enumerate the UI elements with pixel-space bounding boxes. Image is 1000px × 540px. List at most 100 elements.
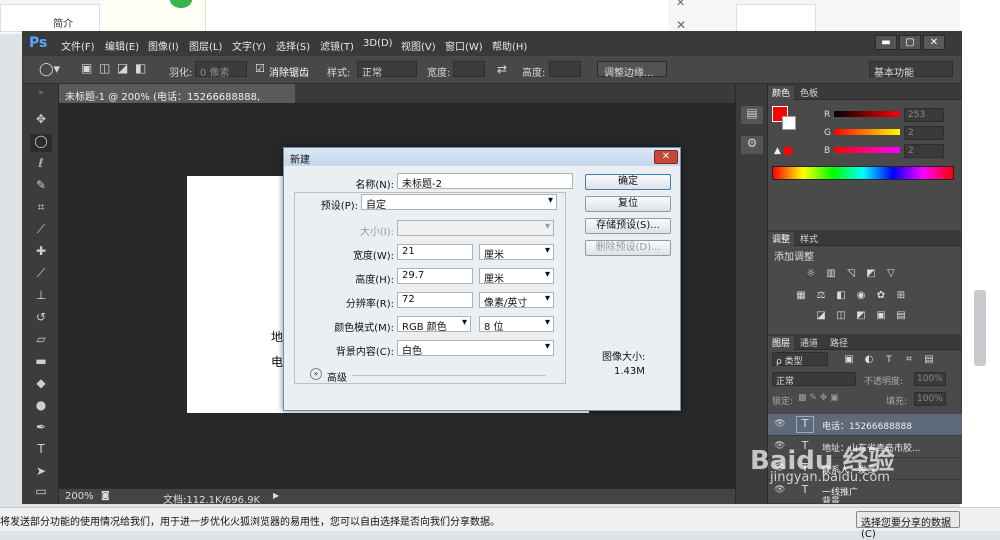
visibility-eye-icon[interactable]: 👁 <box>774 419 785 429</box>
mixer-icon[interactable]: ✿ <box>874 290 888 302</box>
blend-mode-select[interactable]: 正常 <box>772 372 856 387</box>
height-input[interactable]: 29.7 <box>397 268 473 284</box>
workspace-select[interactable]: 基本功能 <box>869 61 953 79</box>
status-info-icon[interactable]: ◙ <box>101 491 110 501</box>
pen-icon[interactable]: ✒ <box>30 420 52 438</box>
menu-layer[interactable]: 图层(L) <box>189 38 222 53</box>
ellipse-marquee-icon[interactable]: ◯ <box>30 134 52 152</box>
width-input[interactable]: 21 <box>397 244 473 260</box>
photo-filter-icon[interactable]: ◉ <box>854 290 868 302</box>
layer-row[interactable]: 背景 <box>768 496 962 504</box>
text-tool-icon[interactable]: T <box>30 442 52 460</box>
threshold-icon[interactable]: ◩ <box>854 310 868 322</box>
invert-icon[interactable]: ◪ <box>814 310 828 322</box>
selective-color-icon[interactable]: ▣ <box>874 310 888 322</box>
tab-swatches[interactable]: 色板 <box>796 86 822 99</box>
gradient-map-icon[interactable]: ▤ <box>894 310 908 322</box>
tab-styles[interactable]: 样式 <box>796 232 822 245</box>
layer-kind-filter[interactable]: ρ 类型 <box>772 352 828 367</box>
name-input[interactable]: 未标题-2 <box>397 173 573 190</box>
menu-filter[interactable]: 滤镜(T) <box>320 38 354 53</box>
bw-icon[interactable]: ◧ <box>834 290 848 302</box>
dialog-close-button[interactable]: ✕ <box>654 150 678 164</box>
eyedropper-icon[interactable]: ⟋ <box>30 222 52 240</box>
tab-channels[interactable]: 通道 <box>796 336 822 349</box>
lookup-icon[interactable]: ⊞ <box>894 290 908 302</box>
channel-b-input[interactable]: 2 <box>904 144 944 158</box>
filter-pixel-icon[interactable]: ▣ <box>842 354 856 366</box>
hue-icon[interactable]: ▦ <box>794 290 808 302</box>
width-unit-select[interactable]: 厘米 <box>479 244 554 261</box>
maximize-button[interactable]: ▢ <box>899 35 921 50</box>
menu-help[interactable]: 帮助(H) <box>492 38 527 53</box>
menu-edit[interactable]: 编辑(E) <box>105 38 139 53</box>
advanced-toggle-icon[interactable]: » <box>310 368 322 380</box>
add-selection-icon[interactable]: ◫ <box>99 61 110 75</box>
levels-icon[interactable]: ▥ <box>824 268 838 280</box>
color-spectrum[interactable] <box>772 166 954 180</box>
filter-smart-icon[interactable]: ▤ <box>922 354 936 366</box>
antialias-checkbox[interactable]: ☑ <box>255 62 265 75</box>
channel-g-slider[interactable] <box>834 129 900 135</box>
channel-g-input[interactable]: 2 <box>904 126 944 140</box>
tab-paths[interactable]: 路径 <box>826 336 852 349</box>
menu-3d[interactable]: 3D(D) <box>363 38 393 49</box>
path-select-icon[interactable]: ➤ <box>30 464 52 482</box>
quick-select-icon[interactable]: ✎ <box>30 178 52 196</box>
dodge-icon[interactable]: ● <box>30 398 52 416</box>
intro-tab[interactable]: 简介 <box>0 4 100 32</box>
exposure-icon[interactable]: ◩ <box>864 268 878 280</box>
filter-shape-icon[interactable]: ⌗ <box>902 354 916 366</box>
resolution-unit-select[interactable]: 像素/英寸 <box>479 292 554 309</box>
history-panel-icon[interactable]: ▤ <box>741 106 763 124</box>
refine-edge-button[interactable]: 调整边缘... <box>597 61 667 79</box>
ok-button[interactable]: 确定 <box>585 174 671 190</box>
menu-file[interactable]: 文件(F) <box>61 38 95 53</box>
close-button[interactable]: ✕ <box>923 35 945 50</box>
menu-select[interactable]: 选择(S) <box>276 38 310 53</box>
channel-r-slider[interactable] <box>834 111 900 117</box>
intersect-selection-icon[interactable]: ◧ <box>135 61 146 75</box>
filter-type-icon[interactable]: T <box>882 354 896 366</box>
tab-layers[interactable]: 图层 <box>768 336 795 350</box>
visibility-eye-icon[interactable]: 👁 <box>774 485 785 495</box>
menu-image[interactable]: 图像(I) <box>148 38 179 53</box>
bit-depth-select[interactable]: 8 位 <box>479 316 554 333</box>
stamp-icon[interactable]: ⊥ <box>30 288 52 306</box>
minimize-button[interactable]: ▬ <box>875 35 897 50</box>
style-select[interactable]: 正常 <box>357 61 417 79</box>
posterize-icon[interactable]: ◫ <box>834 310 848 322</box>
menu-type[interactable]: 文字(Y) <box>232 38 266 53</box>
lasso-icon[interactable]: ℓ <box>30 156 52 174</box>
lock-icons[interactable]: ▩ ✎ ✥ ▣ <box>798 393 839 403</box>
preset-select[interactable]: 自定 <box>361 194 557 211</box>
height-unit-select[interactable]: 厘米 <box>479 268 554 285</box>
advanced-label[interactable]: 高级 <box>327 369 347 384</box>
color-mode-select[interactable]: RGB 颜色 <box>397 316 471 333</box>
fill-input[interactable]: 100% <box>914 392 946 406</box>
gamut-warning-icon[interactable]: ▲ <box>774 146 781 156</box>
swap-icon[interactable]: ⇄ <box>497 62 507 76</box>
channel-r-input[interactable]: 253 <box>904 108 944 122</box>
shape-icon[interactable]: ▭ <box>30 484 52 502</box>
marquee-ellipse-icon[interactable]: ◯▾ <box>39 62 60 77</box>
zoom-readout[interactable]: 200% <box>65 491 94 502</box>
layer-row[interactable]: 👁 T 电话：15266688888 <box>768 414 962 436</box>
brightness-icon[interactable]: ☼ <box>804 268 818 280</box>
menu-window[interactable]: 窗口(W) <box>445 38 483 53</box>
brush-icon[interactable]: ⟋ <box>30 266 52 284</box>
reset-button[interactable]: 复位 <box>585 196 671 212</box>
toolbox-grip-icon[interactable]: » <box>30 88 52 106</box>
background-select[interactable]: 白色 <box>397 340 554 357</box>
vibrance-icon[interactable]: ▽ <box>884 268 898 280</box>
menu-view[interactable]: 视图(V) <box>401 38 436 53</box>
gradient-icon[interactable]: ▬ <box>30 354 52 372</box>
status-arrow-icon[interactable]: ▶ <box>273 491 279 500</box>
history-brush-icon[interactable]: ↺ <box>30 310 52 328</box>
curves-icon[interactable]: ◹ <box>844 268 858 280</box>
height-input[interactable] <box>549 61 581 77</box>
close-icon[interactable]: ✕ <box>676 18 686 32</box>
tab-adjustments[interactable]: 调整 <box>768 232 795 246</box>
close-icon[interactable]: ✕ <box>676 0 685 9</box>
balance-icon[interactable]: ⚖ <box>814 290 828 302</box>
